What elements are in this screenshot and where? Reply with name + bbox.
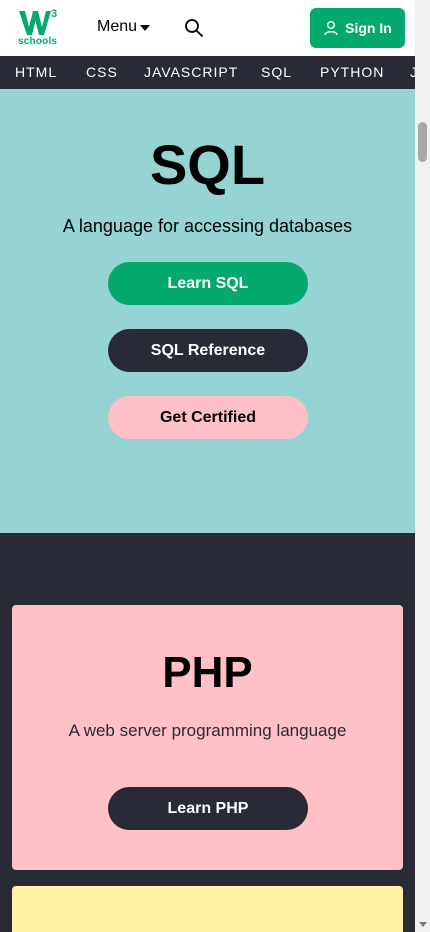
nav-item-sql[interactable]: SQL bbox=[261, 56, 292, 89]
page: 3 schools Menu Sign In HTML CSS JAVASCRI… bbox=[0, 0, 430, 932]
top-header: 3 schools Menu Sign In bbox=[0, 0, 415, 56]
scroll-down-arrow-icon[interactable] bbox=[419, 922, 427, 927]
menu-label: Menu bbox=[97, 18, 138, 35]
nav-item-css[interactable]: CSS bbox=[86, 56, 118, 89]
next-topic-card bbox=[12, 886, 403, 932]
w3-logo-icon: 3 bbox=[19, 8, 57, 35]
topic-navbar: HTML CSS JAVASCRIPT SQL PYTHON J bbox=[0, 56, 415, 89]
scrollbar-thumb[interactable] bbox=[418, 122, 427, 162]
menu-button[interactable]: Menu bbox=[97, 18, 151, 36]
php-subtitle: A web server programming language bbox=[68, 721, 347, 740]
sql-hero-section: SQL A language for accessing databases L… bbox=[0, 89, 415, 533]
learn-php-button[interactable]: Learn PHP bbox=[108, 787, 308, 830]
svg-text:3: 3 bbox=[51, 8, 57, 20]
search-icon bbox=[185, 19, 203, 37]
nav-item-html[interactable]: HTML bbox=[15, 56, 57, 89]
nav-item-python[interactable]: PYTHON bbox=[320, 56, 384, 89]
caret-down-icon bbox=[140, 25, 151, 31]
php-card: PHP A web server programming language Le… bbox=[12, 605, 403, 870]
php-title: PHP bbox=[162, 648, 253, 697]
logo-text: schools bbox=[18, 36, 58, 47]
user-icon bbox=[324, 21, 338, 36]
sign-in-button[interactable]: Sign In bbox=[310, 8, 405, 48]
nav-item-javascript[interactable]: JAVASCRIPT bbox=[144, 56, 238, 89]
sql-title: SQL bbox=[149, 133, 266, 196]
sql-reference-button[interactable]: SQL Reference bbox=[108, 329, 308, 372]
get-certified-button[interactable]: Get Certified bbox=[108, 396, 308, 439]
learn-sql-button[interactable]: Learn SQL bbox=[108, 262, 308, 305]
search-button[interactable] bbox=[184, 18, 204, 38]
sign-in-label: Sign In bbox=[345, 20, 392, 36]
sql-subtitle: A language for accessing databases bbox=[62, 216, 353, 236]
